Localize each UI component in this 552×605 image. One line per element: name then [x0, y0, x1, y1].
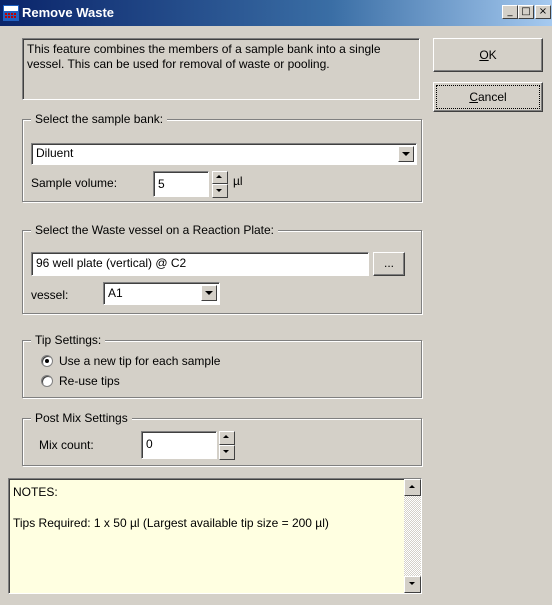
minimize-icon: _	[507, 6, 513, 17]
mix-count-up-button[interactable]	[219, 431, 235, 445]
arrow-up-icon	[223, 435, 229, 438]
mix-count-value: 0	[146, 437, 153, 451]
cancel-label: ancel	[477, 90, 507, 104]
scroll-down-button[interactable]	[404, 576, 421, 593]
arrow-up-icon	[216, 175, 222, 178]
post-mix-legend: Post Mix Settings	[31, 411, 132, 425]
mix-count-label: Mix count:	[39, 438, 94, 452]
chevron-down-icon	[205, 291, 213, 295]
notes-panel[interactable]: NOTES: Tips Required: 1 x 50 µl (Largest…	[8, 478, 422, 594]
arrow-up-icon	[409, 485, 415, 488]
description-text: This feature combines the members of a s…	[27, 42, 381, 71]
vessel-dropdown-button[interactable]	[201, 285, 217, 301]
waste-vessel-group: Select the Waste vessel on a Reaction Pl…	[22, 223, 422, 314]
vessel-label: vessel:	[31, 288, 69, 302]
mix-count-down-button[interactable]	[219, 445, 235, 460]
ok-hotkey: O	[479, 48, 489, 62]
vessel-value: A1	[108, 286, 123, 300]
sample-bank-value: Diluent	[36, 146, 74, 160]
tip-settings-legend: Tip Settings:	[31, 333, 106, 347]
sample-volume-input[interactable]: 5	[153, 171, 209, 197]
sample-volume-spinner[interactable]	[212, 171, 228, 198]
remove-waste-dialog: Remove Waste _ □ × This feature combines…	[0, 0, 552, 605]
post-mix-group: Post Mix Settings Mix count: 0	[22, 411, 422, 466]
sample-bank-dropdown-button[interactable]	[398, 146, 414, 162]
browse-ellipsis-icon: ...	[383, 256, 394, 270]
ok-label: K	[488, 48, 497, 62]
window-title: Remove Waste	[22, 5, 114, 20]
close-icon: ×	[538, 6, 548, 17]
maximize-button[interactable]: □	[518, 5, 534, 19]
tip-settings-group: Tip Settings: Use a new tip for each sam…	[22, 333, 422, 398]
sample-volume-value: 5	[158, 177, 165, 191]
browse-plate-button[interactable]: ...	[373, 252, 405, 276]
scroll-up-button[interactable]	[404, 479, 421, 496]
sample-bank-group: Select the sample bank: Diluent Sample v…	[22, 112, 422, 202]
arrow-down-icon	[223, 450, 229, 453]
new-tip-label[interactable]: Use a new tip for each sample	[59, 354, 220, 368]
sample-bank-select[interactable]: Diluent	[31, 143, 417, 165]
plate-vessel-value: 96 well plate (vertical) @ C2	[36, 256, 187, 270]
app-plate-icon	[3, 5, 19, 21]
reuse-tips-label[interactable]: Re-use tips	[59, 374, 120, 388]
sample-volume-label: Sample volume:	[31, 176, 118, 190]
close-button[interactable]: ×	[535, 5, 551, 19]
radio-selected-dot	[45, 359, 49, 363]
mix-count-spinner[interactable]	[219, 431, 235, 460]
cancel-button[interactable]: Cancel	[433, 82, 543, 112]
vessel-select[interactable]: A1	[103, 282, 220, 305]
cancel-hotkey: C	[469, 90, 478, 104]
sample-volume-down-button[interactable]	[212, 184, 228, 198]
notes-scrollbar[interactable]	[404, 479, 421, 593]
notes-heading: NOTES:	[13, 485, 58, 499]
sample-volume-up-button[interactable]	[212, 171, 228, 184]
title-bar[interactable]: Remove Waste _ □ ×	[0, 0, 552, 26]
reuse-tips-radio[interactable]	[41, 375, 53, 387]
arrow-down-icon	[216, 189, 222, 192]
arrow-down-icon	[409, 582, 415, 585]
sample-bank-legend: Select the sample bank:	[31, 112, 168, 126]
minimize-button[interactable]: _	[502, 5, 518, 19]
notes-text: Tips Required: 1 x 50 µl (Largest availa…	[13, 516, 329, 530]
plate-vessel-field[interactable]: 96 well plate (vertical) @ C2	[31, 252, 369, 276]
description-box: This feature combines the members of a s…	[22, 38, 420, 100]
mix-count-input[interactable]: 0	[141, 431, 217, 459]
chevron-down-icon	[402, 152, 410, 156]
new-tip-radio[interactable]	[41, 355, 53, 367]
sample-volume-unit: µl	[233, 174, 243, 188]
waste-vessel-legend: Select the Waste vessel on a Reaction Pl…	[31, 223, 279, 237]
maximize-icon: □	[521, 6, 531, 17]
ok-button[interactable]: OK	[433, 38, 543, 72]
